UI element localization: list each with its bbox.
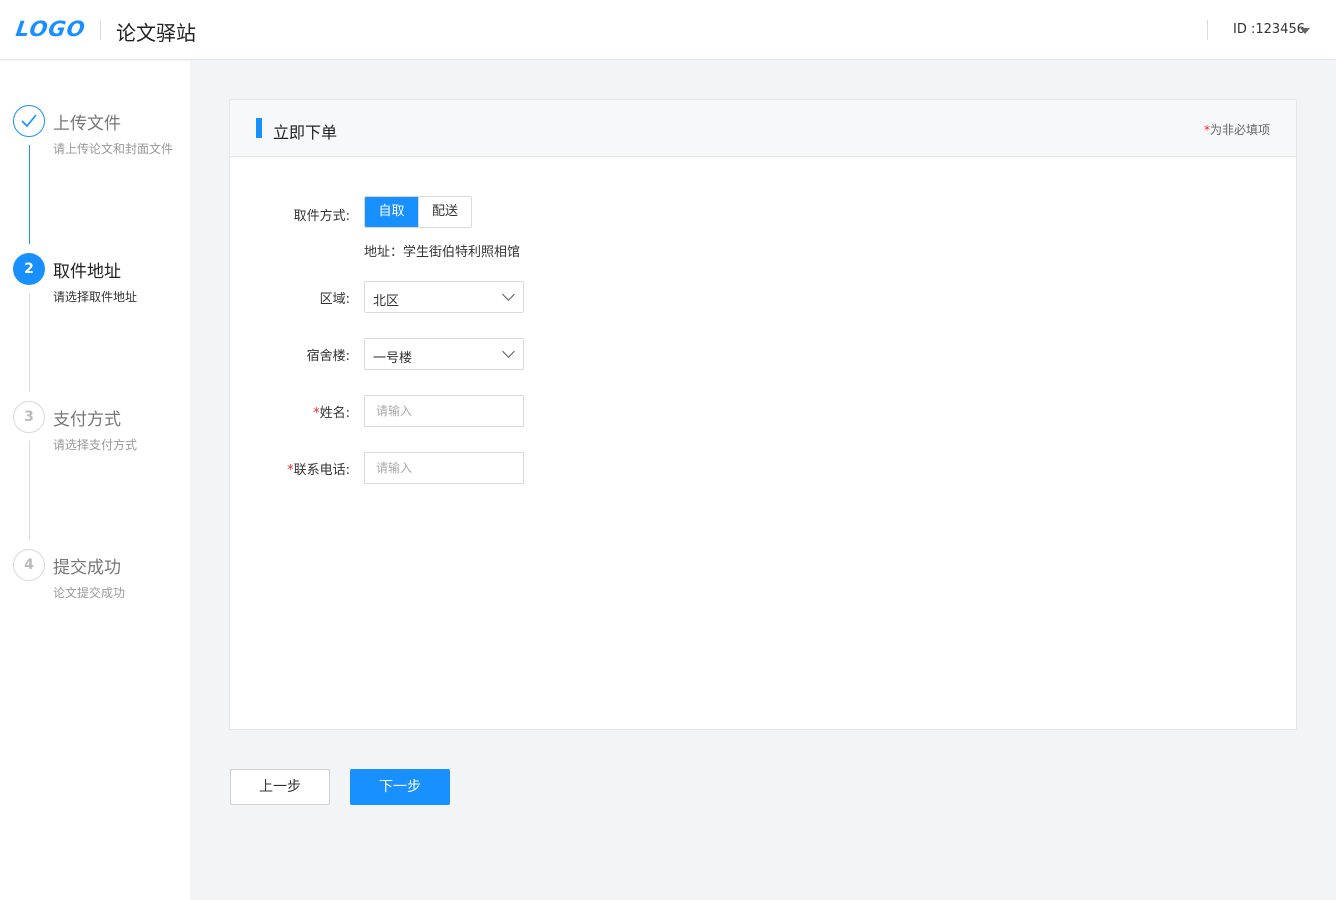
- step-title: 取件地址: [53, 262, 121, 282]
- step-number: 4: [13, 549, 45, 581]
- divider: [100, 20, 101, 40]
- card-title: 立即下单: [273, 123, 338, 142]
- phone-label-text: 联系电话:: [293, 463, 350, 478]
- title-accent-bar: [256, 118, 262, 138]
- step-desc: 请选择取件地址: [53, 290, 138, 304]
- region-label: 区域:: [319, 292, 350, 307]
- dorm-label: 宿舍楼:: [306, 349, 350, 364]
- pickup-method-toggle: 自取 配送: [364, 196, 472, 228]
- name-input[interactable]: [364, 395, 524, 427]
- top-header: LOGO 论文驿站 ID :123456: [0, 0, 1336, 60]
- region-select[interactable]: 北区: [364, 281, 524, 313]
- step-desc: 请上传论文和封面文件: [53, 142, 174, 156]
- pickup-self-button[interactable]: 自取: [365, 197, 418, 227]
- optional-note-text: 为非必填项: [1209, 123, 1270, 137]
- name-label-text: 姓名:: [319, 406, 350, 421]
- steps-sidebar: 上传文件 请上传论文和封面文件 2 取件地址 请选择取件地址 3 支付方式 请选…: [0, 61, 190, 900]
- step-connector: [29, 441, 30, 540]
- pickup-address: 地址：学生街伯特利照相馆: [364, 245, 521, 260]
- optional-note: *为非必填项: [1204, 121, 1270, 138]
- user-id-menu[interactable]: ID :123456: [1233, 22, 1305, 37]
- caret-down-icon[interactable]: [1300, 28, 1310, 34]
- prev-step-button[interactable]: 上一步: [230, 769, 330, 805]
- step-number: 2: [13, 253, 45, 285]
- step-title: 上传文件: [53, 114, 121, 134]
- card-header: 立即下单 *为非必填项: [230, 100, 1296, 157]
- chevron-down-icon: [502, 288, 515, 301]
- pickup-method-label: 取件方式:: [293, 209, 350, 224]
- order-card: 立即下单 *为非必填项 取件方式: 自取 配送 地址：学生街伯特利照相馆 区域:…: [229, 99, 1297, 730]
- name-label: *姓名:: [230, 402, 350, 421]
- app-title: 论文驿站: [116, 21, 196, 45]
- next-step-button[interactable]: 下一步: [350, 769, 450, 805]
- step-connector: [29, 293, 30, 392]
- step-title: 支付方式: [53, 410, 121, 430]
- phone-input[interactable]: [364, 452, 524, 484]
- dorm-select[interactable]: 一号楼: [364, 338, 524, 370]
- step-number: 3: [13, 401, 45, 433]
- logo: LOGO: [14, 17, 88, 41]
- step-connector: [29, 145, 30, 244]
- divider: [1207, 20, 1208, 40]
- dorm-value: 一号楼: [373, 351, 413, 366]
- region-value: 北区: [373, 294, 400, 309]
- phone-label: *联系电话:: [230, 459, 350, 478]
- chevron-down-icon: [502, 345, 515, 358]
- step-desc: 论文提交成功: [53, 586, 126, 600]
- step-title: 提交成功: [53, 558, 121, 578]
- step-desc: 请选择支付方式: [53, 438, 138, 452]
- check-icon: [13, 105, 45, 137]
- pickup-delivery-button[interactable]: 配送: [418, 197, 471, 227]
